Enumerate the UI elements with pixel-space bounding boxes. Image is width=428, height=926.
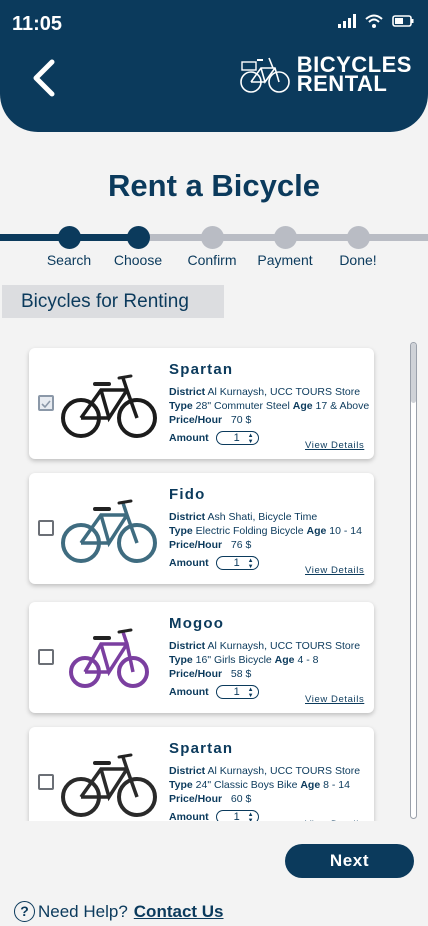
help-footer: ? Need Help? Contact Us — [14, 901, 224, 922]
step-dot-search — [57, 226, 81, 249]
bike-amount: Amount 1 ▲ ▼ — [169, 431, 259, 445]
bike-type: Type Electric Folding Bicycle Age 10 - 1… — [169, 525, 362, 537]
step-dot-confirm — [200, 226, 224, 249]
section-title: Bicycles for Renting — [2, 285, 224, 318]
bike-amount: Amount 1 ▲ ▼ — [169, 685, 259, 699]
bicycle-image — [61, 360, 157, 446]
wifi-icon — [365, 14, 383, 28]
select-checkbox[interactable] — [38, 395, 54, 411]
bike-list[interactable]: Spartan District Al Kurnaysh, UCC TOURS … — [0, 338, 428, 821]
signal-icon — [338, 14, 356, 28]
bike-amount: Amount 1 ▲ ▼ — [169, 810, 259, 821]
bike-name: Spartan — [169, 361, 234, 378]
scroll-thumb[interactable] — [411, 343, 416, 403]
stepper-arrows-icon: ▲ ▼ — [247, 433, 254, 445]
bike-card[interactable]: Fido District Ash Shati, Bicycle Time Ty… — [29, 473, 374, 584]
step-dot-payment — [273, 226, 297, 249]
bike-type: Type 28" Commuter Steel Age 17 & Above — [169, 400, 370, 412]
bike-card[interactable]: Mogoo District Al Kurnaysh, UCC TOURS St… — [29, 602, 374, 713]
stepper-arrows-icon: ▲ ▼ — [247, 558, 254, 570]
app-header: 11:05 BICYCLES RENTAL — [0, 0, 428, 132]
bicycle-image — [61, 614, 157, 700]
bike-district: District Ash Shati, Bicycle Time — [169, 511, 318, 523]
bike-name: Spartan — [169, 740, 234, 757]
next-button[interactable]: Next — [285, 844, 414, 878]
back-button[interactable] — [28, 58, 62, 98]
bike-amount: Amount 1 ▲ ▼ — [169, 556, 259, 570]
page-title: Rent a Bicycle — [108, 168, 320, 203]
step-dot-choose — [126, 226, 150, 249]
amount-stepper[interactable]: 1 ▲ ▼ — [215, 810, 259, 821]
bike-price: Price/Hour 60 $ — [169, 793, 252, 805]
amount-stepper[interactable]: 1 ▲ ▼ — [215, 685, 259, 699]
step-label: Payment — [257, 252, 313, 268]
step-label: Choose — [113, 252, 163, 268]
step-dot-done — [346, 226, 370, 249]
bicycle-logo-icon — [239, 57, 290, 93]
select-checkbox[interactable] — [38, 520, 54, 536]
bike-card[interactable]: Spartan District Al Kurnaysh, UCC TOURS … — [29, 348, 374, 459]
bicycle-image — [61, 739, 157, 821]
bike-price: Price/Hour 76 $ — [169, 539, 252, 551]
bike-district: District Al Kurnaysh, UCC TOURS Store — [169, 386, 361, 398]
battery-icon — [392, 15, 414, 27]
progress-stepper: Search Choose Confirm Payment Done! — [0, 224, 428, 274]
status-time: 11:05 — [12, 13, 63, 35]
contact-us-link[interactable]: Contact Us — [134, 902, 224, 922]
question-icon: ? — [14, 901, 35, 922]
select-checkbox[interactable] — [38, 774, 54, 790]
list-scrollbar[interactable] — [410, 342, 417, 819]
step-label: Done! — [339, 252, 377, 268]
step-label: Search — [46, 252, 92, 268]
view-details-link[interactable]: View Details — [305, 819, 364, 821]
bike-card[interactable]: Spartan District Al Kurnaysh, UCC TOURS … — [29, 727, 374, 821]
stepper-arrows-icon: ▲ ▼ — [247, 687, 254, 699]
status-icons — [338, 14, 414, 28]
amount-stepper[interactable]: 1 ▲ ▼ — [215, 556, 259, 570]
amount-stepper[interactable]: 1 ▲ ▼ — [215, 431, 259, 445]
view-details-link[interactable]: View Details — [305, 565, 364, 576]
stepper-arrows-icon: ▲ ▼ — [247, 812, 254, 821]
bike-price: Price/Hour 70 $ — [169, 414, 252, 426]
view-details-link[interactable]: View Details — [305, 440, 364, 451]
bike-type: Type 24" Classic Boys Bike Age 8 - 14 — [169, 779, 350, 791]
select-checkbox[interactable] — [38, 649, 54, 665]
bike-district: District Al Kurnaysh, UCC TOURS Store — [169, 765, 361, 777]
step-label: Confirm — [187, 252, 237, 268]
bike-name: Mogoo — [169, 615, 225, 632]
view-details-link[interactable]: View Details — [305, 694, 364, 705]
bike-district: District Al Kurnaysh, UCC TOURS Store — [169, 640, 361, 652]
bike-name: Fido — [169, 486, 206, 503]
bike-price: Price/Hour 58 $ — [169, 668, 252, 680]
brand-logo: BICYCLES RENTAL — [239, 52, 412, 96]
bicycle-image — [61, 485, 157, 571]
bike-type: Type 16" Girls Bicycle Age 4 - 8 — [169, 654, 319, 666]
help-text: Need Help? — [38, 901, 128, 921]
